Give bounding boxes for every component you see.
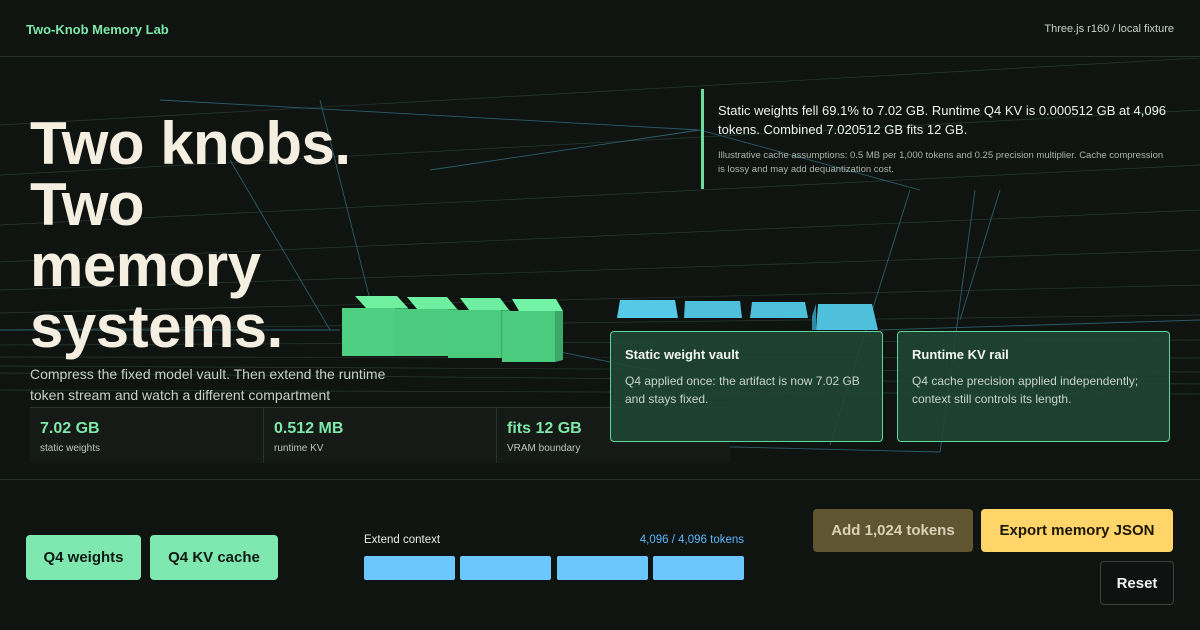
card-body: Q4 cache precision applied independently… [912, 374, 1139, 406]
export-json-button[interactable]: Export memory JSON [981, 509, 1173, 552]
reset-button[interactable]: Reset [1100, 561, 1174, 605]
status-footnote: Illustrative cache assumptions: 0.5 MB p… [718, 150, 1164, 175]
status-summary: Static weights fell 69.1% to 7.02 GB. Ru… [718, 103, 1167, 137]
context-token-count: 4,096 / 4,096 tokens [639, 534, 744, 546]
metric-value: 7.02 GB [40, 420, 100, 437]
metric-static-weights: 7.02 GB static weights [30, 408, 263, 463]
card-body: Q4 applied once: the artifact is now 7.0… [625, 374, 860, 406]
q4-weights-button[interactable]: Q4 weights [26, 535, 141, 580]
add-tokens-button[interactable]: Add 1,024 tokens [813, 509, 973, 552]
status-panel: Static weights fell 69.1% to 7.02 GB. Ru… [701, 89, 1171, 189]
headline-line: Two [30, 171, 145, 238]
context-segment [460, 556, 551, 580]
context-segment [364, 556, 455, 580]
headline-line: Two knobs. [30, 110, 351, 177]
metric-runtime-kv: 0.512 MB runtime KV [263, 408, 496, 463]
weight-block [502, 299, 563, 362]
headline-line: memory [30, 232, 261, 299]
metric-value: 0.512 MB [274, 420, 344, 437]
kv-blocks [617, 300, 878, 330]
card-title: Static weight vault [625, 347, 740, 362]
context-label: Extend context [364, 534, 441, 546]
context-segment [653, 556, 744, 580]
metric-label: runtime KV [274, 443, 324, 454]
top-bar: Two-Knob Memory Lab Three.js r160 / loca… [0, 0, 1200, 57]
metric-label: VRAM boundary [507, 443, 581, 454]
app-title: Two-Knob Memory Lab [26, 22, 169, 37]
hero-subcopy: Compress the fixed model vault. Then ext… [30, 366, 386, 403]
kv-rail-card[interactable]: Runtime KV rail Q4 cache precision appli… [897, 331, 1170, 442]
metric-label: static weights [40, 443, 101, 454]
version-note: Three.js r160 / local fixture [1044, 23, 1174, 35]
context-segment [557, 556, 648, 580]
headline-line: systems. [30, 293, 283, 360]
weight-vault-card[interactable]: Static weight vault Q4 applied once: the… [610, 331, 883, 442]
card-title: Runtime KV rail [912, 347, 1009, 362]
hero-headline: Two knobs. Two memory systems. [30, 113, 470, 357]
q4-kv-cache-button[interactable]: Q4 KV cache [150, 535, 278, 580]
